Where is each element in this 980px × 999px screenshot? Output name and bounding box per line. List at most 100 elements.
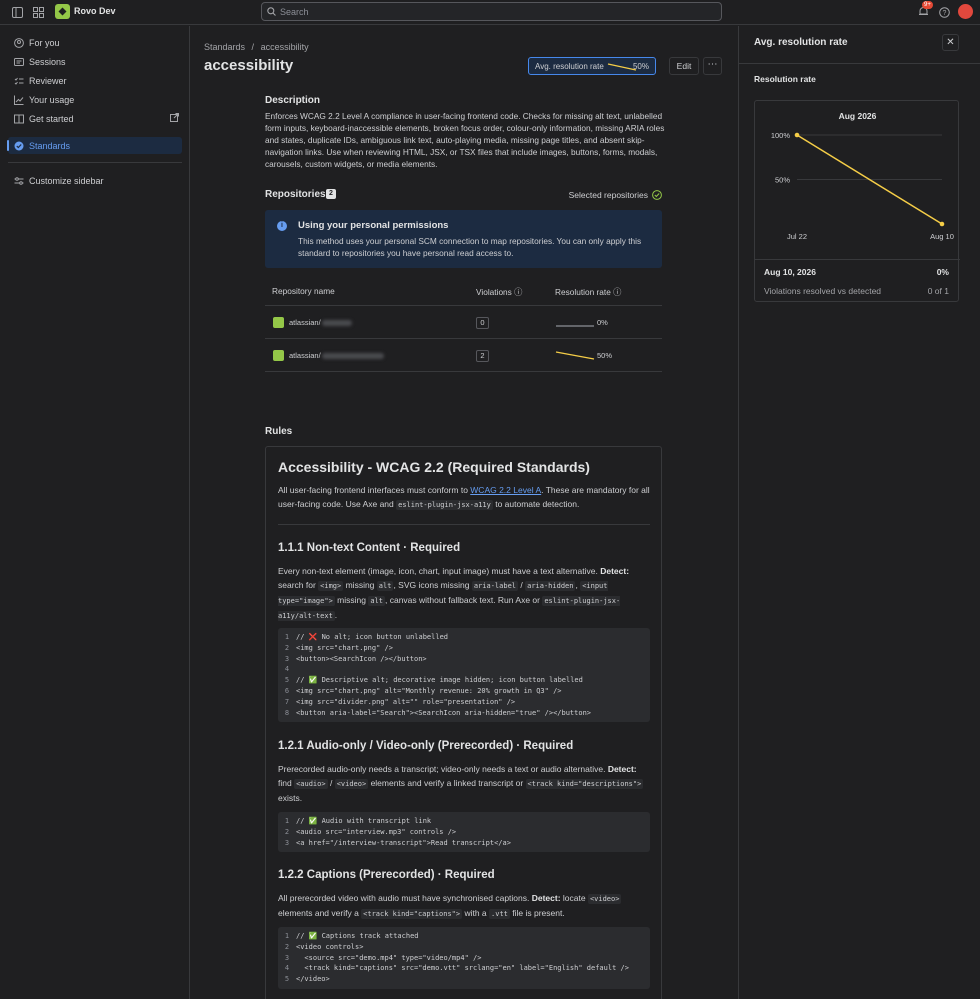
- inline-code: alt: [376, 581, 394, 591]
- inline-code: alt: [368, 596, 385, 606]
- panel-subtitle: Resolution rate: [754, 74, 816, 84]
- app-switcher-icon[interactable]: [32, 6, 45, 19]
- line-number: 1: [284, 817, 290, 825]
- code-text: <audio src="interview.mp3" controls />: [296, 827, 457, 836]
- rate-button-value: 50%: [632, 62, 649, 71]
- rate-button-label: Avg. resolution rate: [535, 62, 604, 71]
- code-line: 3 <a href="/interview-transcript">Read tr…: [278, 838, 650, 849]
- text: exists.: [278, 793, 303, 803]
- reviewer-icon: [13, 75, 24, 86]
- inline-code: <video>: [334, 779, 369, 789]
- text: with a: [462, 908, 490, 918]
- redacted-text: [321, 353, 384, 359]
- code-line: 5 </video>: [278, 974, 650, 985]
- edit-button[interactable]: Edit: [669, 57, 699, 75]
- wcag-link[interactable]: WCAG 2.2 Level A: [470, 485, 541, 495]
- code-text: <track kind="captions" src="demo.vtt" sr…: [296, 964, 629, 973]
- chart-divider: [755, 259, 960, 260]
- sidebar-item-label: Standards: [29, 140, 71, 151]
- sidebar-item-get-started[interactable]: Get started: [8, 110, 182, 127]
- repositories-heading: Repositories: [265, 189, 326, 200]
- text: missing: [334, 595, 369, 605]
- y-tick-label: 100%: [771, 131, 791, 140]
- redacted-text: [321, 320, 352, 326]
- repository-name[interactable]: atlassian/: [289, 351, 384, 360]
- header-repository-name: Repository name: [272, 286, 335, 296]
- sidebar-item-your-usage[interactable]: Your usage: [8, 91, 182, 108]
- sidebar-item-customize[interactable]: Customize sidebar: [8, 172, 182, 189]
- notification-badge: 9+: [922, 1, 933, 9]
- code-line: 1 // ✅ Captions track attached: [278, 931, 650, 942]
- table-row[interactable]: atlassian/ 0 0%: [265, 306, 662, 339]
- external-link-icon: [170, 113, 179, 124]
- sidebar-item-label: Get started: [29, 113, 74, 124]
- selected-repositories-button[interactable]: Selected repositories: [569, 190, 662, 200]
- code-text: </video>: [296, 975, 330, 984]
- table-row[interactable]: atlassian/ 2 50%: [265, 339, 662, 372]
- header-violations-label: Violations: [476, 287, 512, 297]
- code-line: 8 <button aria-label="Search"><SearchIcon…: [278, 708, 650, 719]
- inline-code: <img>: [318, 581, 344, 591]
- line-number: 3: [284, 654, 290, 663]
- breadcrumb-root[interactable]: Standards: [204, 42, 245, 52]
- line-number: 6: [284, 686, 290, 695]
- info-icon[interactable]: ⓘ: [514, 287, 522, 297]
- search-placeholder: Search: [280, 7, 309, 17]
- sidebar-item-for-you[interactable]: For you: [8, 34, 182, 51]
- search-input[interactable]: Search: [261, 2, 722, 21]
- header-resolution-rate: Resolution rate ⓘ: [555, 286, 621, 298]
- info-title: Using your personal permissions: [298, 220, 449, 231]
- breadcrumb-current[interactable]: accessibility: [261, 42, 309, 52]
- repository-icon: [273, 350, 284, 361]
- resolution-rate-panel: Avg. resolution rate ✕ Resolution rate A…: [738, 26, 980, 999]
- inline-code: aria-hidden: [525, 581, 576, 591]
- sidebar-item-standards[interactable]: Standards: [7, 137, 182, 154]
- y-tick-label: 50%: [775, 176, 790, 185]
- code-line: 6 <img src="chart.png" alt="Monthly reven…: [278, 686, 650, 697]
- app-name[interactable]: Rovo Dev: [74, 6, 116, 16]
- text: locate: [560, 893, 588, 903]
- rules-divider: [278, 524, 650, 525]
- inline-code: <video>: [587, 894, 622, 904]
- line-number: 3: [284, 838, 290, 847]
- rule-text-1-2-1: Prerecorded audio-only needs a transcrip…: [278, 762, 650, 805]
- code-text: <img src="chart.png" alt="Monthly revenu…: [296, 686, 562, 695]
- inline-code: <audio>: [294, 779, 328, 789]
- code-line: 4: [278, 664, 650, 675]
- top-bar: Rovo Dev Search 9+ ?: [0, 0, 980, 25]
- x-tick-label: Jul 22: [787, 232, 807, 241]
- repository-name-text: atlassian/: [289, 318, 321, 327]
- chart-plot: 100% 50% Jul 22 Aug 10: [771, 131, 954, 241]
- rule-heading-1-1-1: 1.1.1 Non-text Content · Required: [278, 542, 461, 554]
- detect-label: Detect:: [531, 893, 561, 903]
- repository-name[interactable]: atlassian/: [289, 318, 352, 327]
- selected-repositories-label: Selected repositories: [568, 190, 648, 200]
- violations-count: 2: [476, 350, 489, 362]
- close-button[interactable]: ✕: [942, 34, 959, 51]
- text: find: [278, 778, 295, 788]
- sidebar-item-sessions[interactable]: Sessions: [8, 53, 182, 70]
- rules-heading: Rules: [265, 426, 293, 437]
- sidebar-toggle-icon[interactable]: [11, 6, 24, 19]
- more-options-button[interactable]: ⋯: [703, 57, 722, 75]
- book-icon: [13, 113, 24, 124]
- summary-label: Violations resolved vs detected: [764, 286, 882, 296]
- search-icon: [267, 7, 276, 16]
- resolution-rate-chart: Aug 2026 100% 50% Jul 22 Aug 10 Aug 10, 202…: [754, 100, 960, 302]
- rule-text-1-1-1: Every non-text element (image, icon, cha…: [278, 564, 650, 623]
- avg-resolution-rate-button[interactable]: Avg. resolution rate 50%: [528, 57, 656, 75]
- repository-icon: [273, 317, 284, 328]
- repository-name-text: atlassian/: [289, 351, 321, 360]
- permissions-info-banner: i Using your personal permissions This m…: [265, 210, 662, 268]
- info-icon[interactable]: ⓘ: [613, 287, 621, 297]
- code-text: // ❌ No alt; icon button unlabelled: [296, 633, 449, 641]
- avatar[interactable]: [958, 4, 973, 19]
- sidebar-item-reviewer[interactable]: Reviewer: [8, 72, 182, 89]
- rovo-logo-icon[interactable]: [55, 4, 70, 19]
- rule-text-1-2-2: All prerecorded video with audio must ha…: [278, 891, 650, 921]
- rules-document: Accessibility - WCAG 2.2 (Required Stand…: [265, 446, 662, 999]
- line-number: 2: [284, 643, 290, 652]
- data-point: [794, 132, 800, 138]
- text: Prerecorded audio-only needs a transcrip…: [278, 764, 608, 774]
- help-icon[interactable]: ?: [938, 6, 951, 19]
